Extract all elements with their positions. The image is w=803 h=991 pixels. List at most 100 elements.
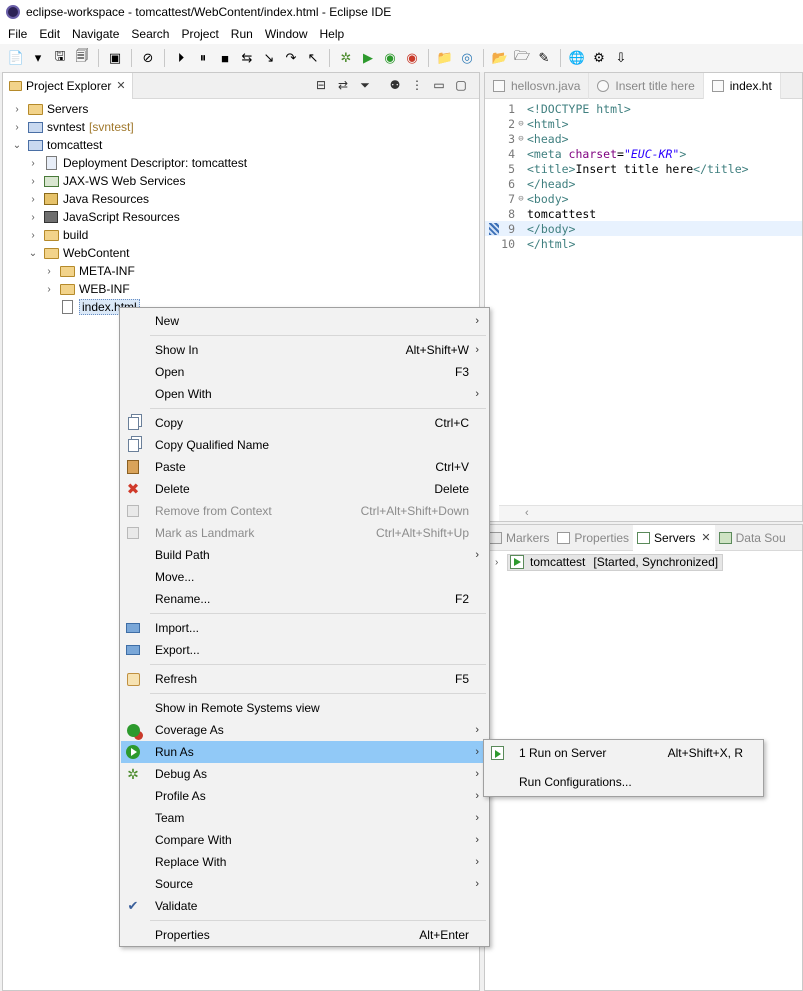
chevron-right-icon[interactable]: › — [27, 230, 39, 241]
filter-icon[interactable]: ⏷ — [357, 77, 373, 93]
menu-item-compare-with[interactable]: Compare With › — [121, 829, 489, 851]
tree-item-svntest[interactable]: › svntest [svntest] — [11, 118, 133, 136]
maximize-icon[interactable]: ▢ — [453, 77, 469, 93]
tab-properties[interactable]: Properties — [553, 525, 633, 551]
menu-item-run-configurations[interactable]: Run Configurations... — [485, 771, 763, 793]
chevron-right-icon[interactable]: › — [27, 194, 39, 205]
tree-item-java-resources[interactable]: › Java Resources — [27, 190, 149, 208]
terminate-icon[interactable]: ■ — [215, 48, 235, 68]
debug-icon[interactable]: ✲ — [336, 48, 356, 68]
menu-item-show-in[interactable]: Show In Alt+Shift+W › — [121, 339, 489, 361]
menu-search[interactable]: Search — [125, 24, 175, 44]
tree-item-deployment-descriptor[interactable]: › Deployment Descriptor: tomcattest — [27, 154, 247, 172]
server-entry[interactable]: tomcattest [Started, Synchronized] — [507, 553, 724, 571]
menu-help[interactable]: Help — [314, 24, 351, 44]
link-with-editor-icon[interactable]: ⇄ — [335, 77, 351, 93]
tree-item-servers[interactable]: › Servers — [11, 100, 88, 118]
tab-data-source[interactable]: Data Sou — [715, 525, 790, 551]
collapse-all-icon[interactable]: ⊟ — [313, 77, 329, 93]
menu-item-delete[interactable]: ✖ Delete Delete — [121, 478, 489, 500]
menu-item-new[interactable]: New › — [121, 310, 489, 332]
chevron-right-icon[interactable]: › — [27, 158, 39, 169]
menu-item-profile-as[interactable]: Profile As › — [121, 785, 489, 807]
menu-item-rename[interactable]: Rename... F2 — [121, 588, 489, 610]
tab-insert-title-here[interactable]: Insert title here — [589, 73, 704, 99]
new-java-project-icon[interactable]: 📁 — [435, 48, 455, 68]
menu-edit[interactable]: Edit — [33, 24, 66, 44]
close-icon[interactable]: ✕ — [701, 531, 710, 544]
code-editor[interactable]: 1 <!DOCTYPE html> 2 ⊖ <html> 3 ⊖ <head> 4 <met… — [485, 101, 802, 251]
save-icon[interactable]: 🖫 — [50, 48, 70, 68]
save-all-icon[interactable]: 🗐 — [72, 48, 92, 68]
chevron-right-icon[interactable]: › — [11, 104, 23, 115]
open-type-icon[interactable]: 📂 — [490, 48, 510, 68]
tree-item-webcontent[interactable]: ⌄ WebContent — [27, 244, 130, 262]
tree-item-tomcattest[interactable]: ⌄ tomcattest — [11, 136, 103, 154]
run-last-tool-icon[interactable]: ⚙ — [589, 48, 609, 68]
fold-icon[interactable]: ⊖ — [515, 119, 527, 129]
chevron-down-icon[interactable]: ⌄ — [27, 248, 39, 259]
chevron-down-icon[interactable]: ⌄ — [11, 140, 23, 151]
coverage-icon[interactable]: ◉ — [380, 48, 400, 68]
tab-markers[interactable]: Markers — [485, 525, 553, 551]
horizontal-scrollbar[interactable]: ‹ — [499, 505, 802, 521]
search-icon[interactable]: ✎ — [534, 48, 554, 68]
menu-item-import[interactable]: Import... — [121, 617, 489, 639]
fold-icon[interactable]: ⊖ — [515, 194, 527, 204]
menu-item-validate[interactable]: ✔ Validate — [121, 895, 489, 917]
menu-item-open[interactable]: Open F3 — [121, 361, 489, 383]
chevron-right-icon[interactable]: › — [27, 212, 39, 223]
menu-item-copy-qualified-name[interactable]: Copy Qualified Name — [121, 434, 489, 456]
new-icon[interactable]: 📄 — [6, 48, 26, 68]
menu-item-run-as[interactable]: Run As › — [121, 741, 489, 763]
menu-item-run-on-server[interactable]: 1 Run on Server Alt+Shift+X, R — [485, 742, 763, 764]
menu-item-source[interactable]: Source › — [121, 873, 489, 895]
chevron-right-icon[interactable]: › — [27, 176, 39, 187]
fold-icon[interactable]: ⊖ — [515, 134, 527, 144]
tree-item-jax-ws[interactable]: › JAX-WS Web Services — [27, 172, 185, 190]
resume-icon[interactable]: ⏵ — [171, 48, 191, 68]
globe-icon[interactable]: 🌐 — [567, 48, 587, 68]
menu-file[interactable]: File — [2, 24, 33, 44]
new-class-icon[interactable]: ◎ — [457, 48, 477, 68]
close-icon[interactable]: ✕ — [116, 79, 125, 92]
next-annotation-icon[interactable]: ⇩ — [611, 48, 631, 68]
tree-item-javascript-resources[interactable]: › JavaScript Resources — [27, 208, 179, 226]
skip-breakpoints-icon[interactable]: ⊘ — [138, 48, 158, 68]
step-into-icon[interactable]: ↘ — [259, 48, 279, 68]
menu-item-debug-as[interactable]: ✲ Debug As › — [121, 763, 489, 785]
focus-icon[interactable]: ⚉ — [387, 77, 403, 93]
tree-item-meta-inf[interactable]: › META-INF — [43, 262, 134, 280]
server-tomcattest[interactable]: › tomcattest [Started, Synchronized] — [495, 553, 724, 571]
menu-navigate[interactable]: Navigate — [66, 24, 125, 44]
menu-item-export[interactable]: Export... — [121, 639, 489, 661]
suspend-icon[interactable]: ⏸ — [193, 48, 213, 68]
view-menu-icon[interactable]: ⋮ — [409, 77, 425, 93]
menu-item-copy[interactable]: Copy Ctrl+C — [121, 412, 489, 434]
menu-run[interactable]: Run — [225, 24, 259, 44]
menu-window[interactable]: Window — [259, 24, 314, 44]
chevron-right-icon[interactable]: › — [43, 266, 55, 277]
menu-item-properties[interactable]: Properties Alt+Enter — [121, 924, 489, 946]
step-return-icon[interactable]: ↖ — [303, 48, 323, 68]
dropdown-arrow-icon[interactable]: ▾ — [28, 48, 48, 68]
menu-item-open-with[interactable]: Open With › — [121, 383, 489, 405]
tree-item-build[interactable]: › build — [27, 226, 88, 244]
chevron-right-icon[interactable]: › — [11, 122, 23, 133]
menu-item-build-path[interactable]: Build Path › — [121, 544, 489, 566]
tab-index-html[interactable]: index.ht — [703, 73, 781, 99]
open-task-icon[interactable]: 🗁 — [512, 48, 532, 68]
menu-item-refresh[interactable]: Refresh F5 — [121, 668, 489, 690]
tab-servers[interactable]: Servers ✕ — [633, 525, 715, 551]
menu-item-coverage-as[interactable]: Coverage As › — [121, 719, 489, 741]
chevron-right-icon[interactable]: › — [495, 557, 507, 568]
tab-project-explorer[interactable]: Project Explorer ✕ — [3, 72, 133, 99]
menu-item-replace-with[interactable]: Replace With › — [121, 851, 489, 873]
menu-item-paste[interactable]: Paste Ctrl+V — [121, 456, 489, 478]
step-over-icon[interactable]: ↷ — [281, 48, 301, 68]
run-icon[interactable]: ▶ — [358, 48, 378, 68]
minimize-icon[interactable]: ▭ — [431, 77, 447, 93]
menu-item-show-in-remote-systems[interactable]: Show in Remote Systems view — [121, 697, 489, 719]
menu-item-team[interactable]: Team › — [121, 807, 489, 829]
disconnect-icon[interactable]: ⇆ — [237, 48, 257, 68]
